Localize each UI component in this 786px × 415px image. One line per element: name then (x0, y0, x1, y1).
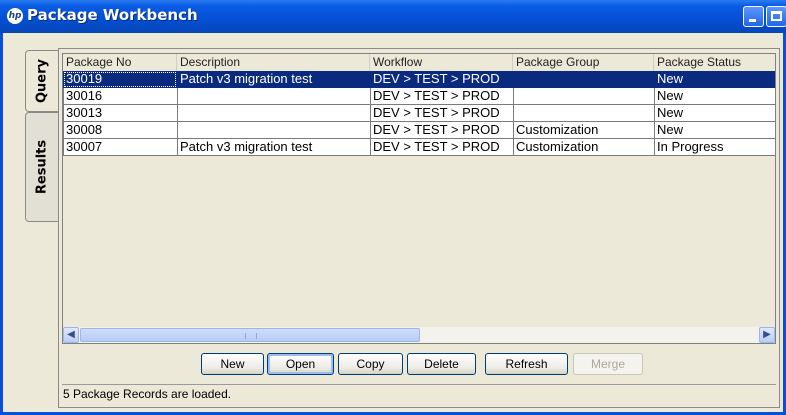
cell-package-no: 30008 (63, 122, 177, 139)
title-bar[interactable]: hp Package Workbench (0, 0, 786, 33)
new-button[interactable]: New (201, 353, 264, 375)
column-header-workflow[interactable]: Workflow (370, 54, 513, 71)
cell-package-no: 30016 (63, 88, 177, 105)
results-panel: Package No Description Workflow Package … (58, 48, 780, 408)
cell-package-no: 30013 (63, 105, 177, 122)
cell-package-status: New (654, 71, 775, 88)
column-header-package-status[interactable]: Package Status (654, 54, 775, 71)
table-row[interactable]: 30016 DEV > TEST > PROD New (63, 88, 775, 105)
cell-package-group (513, 105, 654, 122)
open-button[interactable]: Open (267, 353, 334, 375)
scrollbar-thumb[interactable] (80, 328, 420, 342)
cell-workflow: DEV > TEST > PROD (370, 139, 513, 156)
tab-query-label: Query (34, 58, 50, 104)
tab-query[interactable]: Query (25, 50, 58, 112)
hp-logo-icon: hp (7, 8, 23, 24)
merge-button: Merge (573, 353, 643, 375)
cell-package-group (513, 88, 654, 105)
cell-package-group: Customization (513, 122, 654, 139)
cell-package-status: New (654, 122, 775, 139)
status-bar: 5 Package Records are loaded. (62, 384, 776, 404)
table-row[interactable]: 30019 Patch v3 migration test DEV > TEST… (63, 71, 775, 88)
column-header-package-group[interactable]: Package Group (513, 54, 654, 71)
cell-package-status: New (654, 105, 775, 122)
scroll-left-button[interactable]: ◀ (63, 327, 79, 343)
cell-package-group (513, 71, 654, 88)
cell-package-group: Customization (513, 139, 654, 156)
column-header-package-no[interactable]: Package No (63, 54, 177, 71)
cell-package-status: In Progress (654, 139, 775, 156)
scroll-right-button[interactable]: ▶ (759, 327, 775, 343)
maximize-icon (771, 11, 782, 21)
cell-workflow: DEV > TEST > PROD (370, 88, 513, 105)
cell-package-status: New (654, 88, 775, 105)
package-table: Package No Description Workflow Package … (62, 53, 776, 344)
column-header-description[interactable]: Description (177, 54, 370, 71)
delete-button[interactable]: Delete (407, 353, 476, 375)
cell-description (177, 88, 370, 105)
cell-package-no: 30019 (63, 71, 177, 88)
table-row[interactable]: 30007 Patch v3 migration test DEV > TEST… (63, 139, 775, 156)
window-title: Package Workbench (27, 6, 198, 24)
minimize-icon (749, 19, 756, 22)
tab-results[interactable]: Results (25, 112, 58, 222)
cell-workflow: DEV > TEST > PROD (370, 105, 513, 122)
minimize-button[interactable] (743, 6, 764, 27)
cell-description: Patch v3 migration test (177, 71, 370, 88)
scrollbar-grip-icon (245, 333, 257, 339)
cell-workflow: DEV > TEST > PROD (370, 71, 513, 88)
cell-description: Patch v3 migration test (177, 139, 370, 156)
table-row[interactable]: 30013 DEV > TEST > PROD New (63, 105, 775, 122)
refresh-button[interactable]: Refresh (485, 353, 568, 375)
horizontal-scrollbar[interactable]: ◀ ▶ (63, 327, 775, 343)
tab-results-label: Results (34, 139, 50, 195)
cell-workflow: DEV > TEST > PROD (370, 122, 513, 139)
cell-package-no: 30007 (63, 139, 177, 156)
cell-description (177, 105, 370, 122)
copy-button[interactable]: Copy (338, 353, 403, 375)
cell-description (177, 122, 370, 139)
table-header: Package No Description Workflow Package … (63, 54, 775, 71)
maximize-button[interactable] (766, 6, 786, 27)
table-row[interactable]: 30008 DEV > TEST > PROD Customization Ne… (63, 122, 775, 139)
